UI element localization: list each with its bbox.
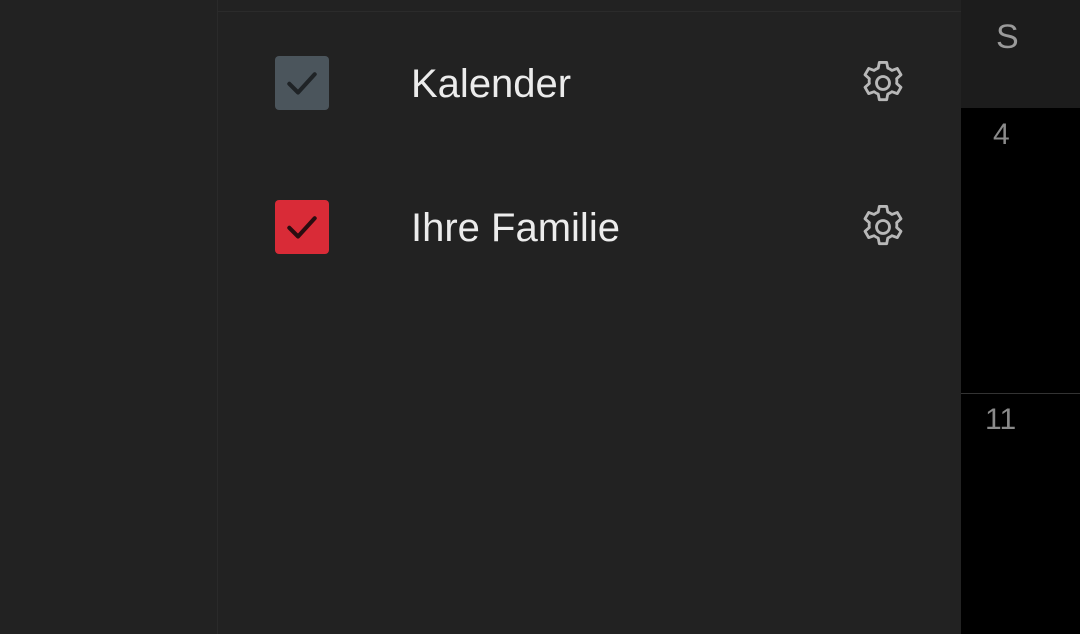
month-view-peek[interactable]: S 4 11	[961, 0, 1080, 634]
gear-icon[interactable]	[857, 201, 909, 253]
calendar-checkbox-ihre-familie[interactable]	[275, 200, 329, 254]
screen: Kalender Ihre Familie S 4 11	[0, 0, 1080, 634]
check-icon	[287, 216, 317, 239]
gear-icon[interactable]	[857, 57, 909, 109]
weekday-label: S	[996, 18, 1019, 56]
check-icon	[287, 72, 317, 95]
calendar-row-ihre-familie[interactable]: Ihre Familie	[218, 174, 961, 284]
drawer-divider	[218, 11, 961, 12]
calendar-name: Kalender	[411, 62, 572, 106]
date-cell[interactable]: 11	[985, 403, 1016, 437]
calendar-row-kalender[interactable]: Kalender	[218, 30, 961, 140]
calendar-name: Ihre Familie	[411, 206, 620, 250]
date-cell[interactable]: 4	[993, 118, 1010, 152]
week-divider	[961, 393, 1080, 394]
weekday-header: S	[961, 0, 1080, 108]
calendar-list-drawer: Kalender Ihre Familie	[217, 0, 961, 634]
calendar-checkbox-kalender[interactable]	[275, 56, 329, 110]
left-panel	[0, 0, 217, 634]
